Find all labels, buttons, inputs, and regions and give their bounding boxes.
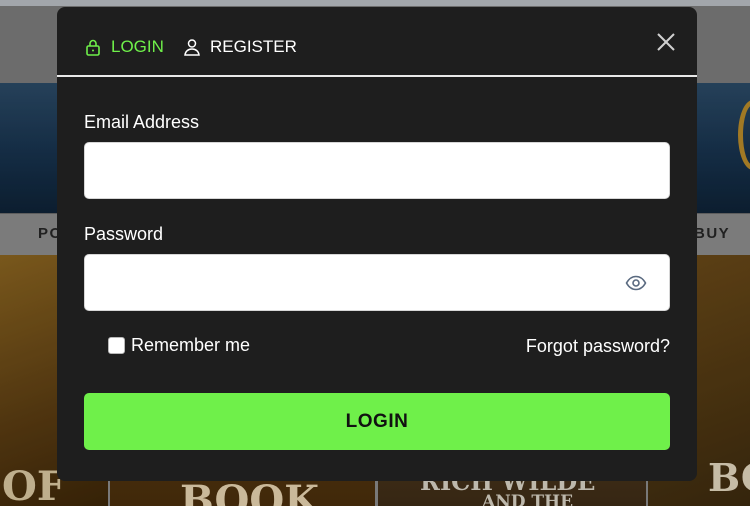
- password-field-wrapper: [84, 254, 670, 311]
- auth-tabs: LOGIN REGISTER: [57, 7, 697, 77]
- user-icon: [182, 37, 202, 57]
- email-label: Email Address: [84, 112, 200, 132]
- password-label: Password: [84, 224, 164, 244]
- email-field[interactable]: [85, 143, 669, 198]
- tab-register[interactable]: REGISTER: [182, 37, 297, 57]
- email-field-wrapper: [84, 142, 670, 199]
- remember-me[interactable]: Remember me: [108, 335, 250, 356]
- password-field[interactable]: [85, 255, 669, 310]
- login-modal: LOGIN REGISTER Email Address Password Re…: [57, 7, 697, 481]
- login-button[interactable]: LOGIN: [84, 393, 670, 450]
- tab-register-label: REGISTER: [210, 37, 297, 56]
- remember-checkbox[interactable]: [108, 337, 125, 354]
- remember-label: Remember me: [131, 335, 251, 355]
- tab-login-label: LOGIN: [111, 37, 164, 56]
- lock-icon: [83, 37, 103, 57]
- eye-icon[interactable]: [625, 273, 647, 293]
- close-icon[interactable]: [655, 31, 677, 53]
- forgot-password-link[interactable]: Forgot password?: [526, 336, 670, 357]
- tab-login[interactable]: LOGIN: [83, 37, 164, 57]
